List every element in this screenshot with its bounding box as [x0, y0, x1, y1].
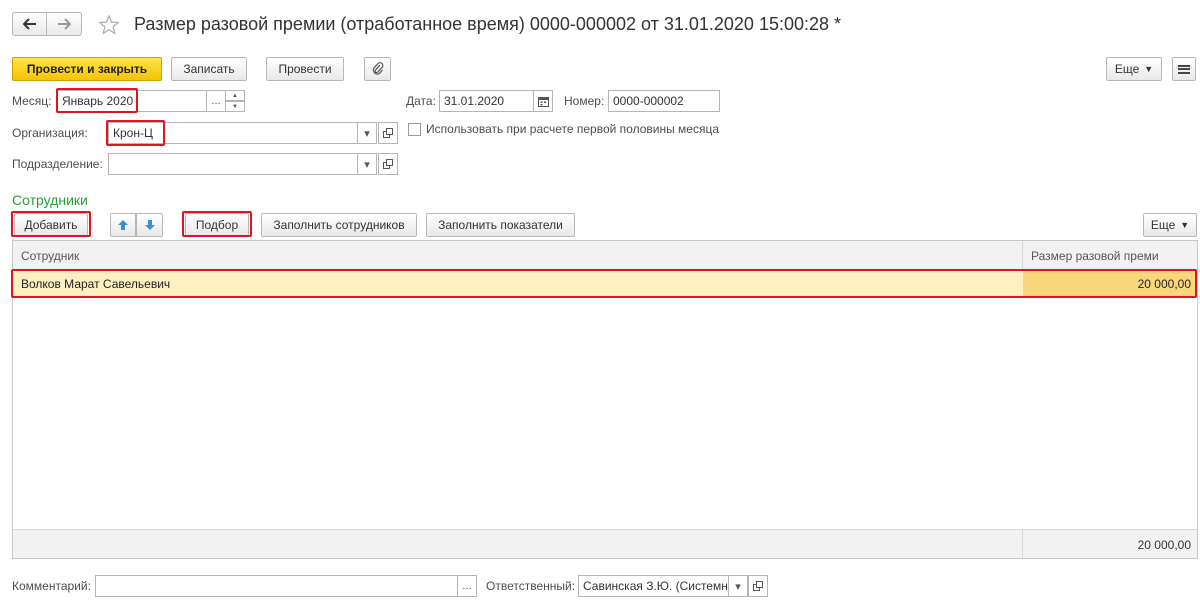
chevron-down-icon: ▼: [1144, 64, 1154, 74]
arrow-right-icon: [58, 18, 71, 30]
organization-open-button[interactable]: [378, 122, 398, 144]
organization-field[interactable]: Крон-Ц: [108, 122, 360, 144]
table-more-button[interactable]: Еще ▼: [1143, 213, 1197, 237]
column-divider: [1022, 530, 1023, 559]
spin-up-icon: ▲: [232, 92, 238, 99]
division-label: Подразделение:: [12, 157, 103, 171]
spin-down-icon: ▼: [232, 103, 238, 110]
table-footer: 20 000,00: [13, 529, 1197, 559]
responsible-dropdown-button[interactable]: ▾: [728, 575, 748, 597]
arrow-up-icon: [118, 220, 128, 230]
dropdown-icon: ▾: [364, 158, 370, 171]
select-employees-button[interactable]: Подбор: [185, 213, 249, 237]
more-label: Еще: [1150, 218, 1176, 232]
division-field[interactable]: [108, 153, 360, 175]
dropdown-icon: ▾: [364, 127, 370, 140]
back-button[interactable]: [12, 12, 47, 36]
chevron-down-icon: ▼: [1180, 220, 1190, 230]
ellipsis-icon: ...: [462, 580, 472, 592]
ellipsis-icon: ...: [211, 95, 221, 107]
comment-edit-button[interactable]: ...: [457, 575, 477, 597]
post-and-close-button[interactable]: Провести и закрыть: [12, 57, 162, 81]
move-down-button[interactable]: [136, 213, 163, 237]
arrow-left-icon: [22, 18, 36, 30]
post-button[interactable]: Провести: [266, 57, 344, 81]
division-dropdown-button[interactable]: ▾: [357, 153, 377, 175]
month-field[interactable]: Январь 2020: [57, 90, 207, 112]
employees-section-title: Сотрудники: [12, 192, 88, 208]
number-label: Номер:: [564, 94, 605, 108]
first-half-checkbox[interactable]: [408, 123, 421, 136]
comment-field[interactable]: [95, 575, 458, 597]
organization-label: Организация:: [12, 126, 88, 140]
organization-dropdown-button[interactable]: ▾: [357, 122, 377, 144]
first-half-label: Использовать при расчете первой половины…: [426, 122, 720, 136]
total-amount: 20 000,00: [1137, 538, 1191, 552]
paperclip-icon: [372, 62, 383, 75]
responsible-field[interactable]: Савинская З.Ю. (Системн: [578, 575, 729, 597]
save-button[interactable]: Записать: [171, 57, 247, 81]
nav-buttons: [12, 12, 82, 36]
open-window-icon: [753, 581, 763, 591]
date-field[interactable]: 31.01.2020: [439, 90, 534, 112]
dropdown-icon: ▾: [735, 580, 741, 593]
month-spin-down-button[interactable]: ▼: [225, 101, 245, 112]
month-select-button[interactable]: ...: [206, 90, 226, 112]
division-open-button[interactable]: [378, 153, 398, 175]
page-title: Размер разовой премии (отработанное врем…: [134, 14, 842, 34]
employee-name-cell: Волков Марат Савельевич: [21, 277, 171, 291]
amount-cell-value: 20 000,00: [1137, 277, 1191, 291]
date-label: Дата:: [406, 94, 436, 108]
calendar-icon: [537, 96, 549, 107]
number-field[interactable]: 0000-000002: [608, 90, 720, 112]
arrow-down-icon: [144, 220, 155, 230]
menu-icon: [1178, 64, 1190, 74]
responsible-label: Ответственный:: [486, 579, 576, 593]
comment-label: Комментарий:: [12, 579, 91, 593]
more-label: Еще: [1114, 62, 1140, 76]
month-spin-up-button[interactable]: ▲: [225, 90, 245, 101]
forward-button[interactable]: [46, 12, 82, 36]
column-header-amount[interactable]: Размер разовой преми: [1031, 249, 1159, 263]
calendar-button[interactable]: [533, 90, 553, 112]
more-button[interactable]: Еще ▼: [1106, 57, 1162, 81]
window-menu-button[interactable]: [1172, 57, 1196, 81]
column-divider: [1022, 241, 1023, 270]
open-window-icon: [383, 128, 393, 138]
open-window-icon: [383, 159, 393, 169]
add-employee-button[interactable]: Добавить: [14, 213, 88, 237]
fill-indicators-button[interactable]: Заполнить показатели: [426, 213, 575, 237]
column-header-employee[interactable]: Сотрудник: [21, 249, 79, 263]
favorite-star-icon[interactable]: [98, 14, 120, 36]
fill-employees-button[interactable]: Заполнить сотрудников: [261, 213, 417, 237]
table-header: Сотрудник Размер разовой преми: [13, 241, 1197, 270]
responsible-open-button[interactable]: [748, 575, 768, 597]
employees-table: Сотрудник Размер разовой преми Волков Ма…: [12, 240, 1198, 559]
table-row[interactable]: Волков Марат Савельевич 20 000,00: [13, 271, 1197, 297]
attach-button[interactable]: [364, 57, 391, 81]
move-up-button[interactable]: [110, 213, 136, 237]
month-label: Месяц:: [12, 94, 52, 108]
